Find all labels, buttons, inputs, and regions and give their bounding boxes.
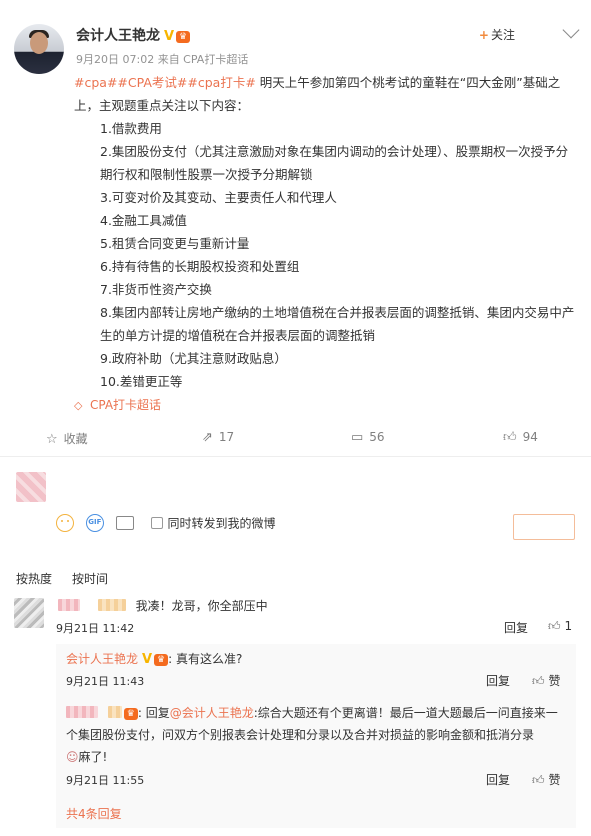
list-item: 3.可变对价及其变动、主要责任人和代理人 [100, 190, 337, 205]
replier-name-redacted [66, 706, 98, 718]
chevron-down-icon[interactable] [562, 21, 580, 39]
reply-like-button[interactable]: 👍︎ 赞 [532, 672, 561, 689]
reply-tail: 麻了! [78, 750, 108, 764]
gif-icon[interactable]: GIF [85, 514, 104, 532]
emoji-icon[interactable] [56, 514, 74, 532]
reply-button[interactable]: 回复 [486, 771, 510, 788]
reply-like-label: 赞 [548, 773, 561, 787]
current-user-avatar [16, 472, 46, 502]
reply-time: 9月21日 11:55 [66, 774, 145, 787]
list-item: 9.政府补助（尤其注意财政贴息） [100, 351, 287, 366]
reply-item: 会计人王艳龙 V ♛: 真有这么准? [66, 648, 242, 671]
plus-icon: + [478, 28, 489, 42]
list-item-text: 2.集团股份支付（尤其注意激励对象在集团内调动的会计处理）、股票期权一次授予分期… [100, 144, 569, 182]
vip-crown-icon: ♛ [154, 654, 169, 666]
list-item: 10.差错更正等 [100, 374, 183, 389]
post-content: #cpa##CPA考试##cpa打卡# 明天上午参加第四个桃考试的童鞋在“四大金… [74, 71, 579, 417]
list-item: 6.持有待售的长期股权投资和处置组 [100, 259, 300, 274]
comment-submit-button[interactable] [513, 514, 575, 540]
repost-button[interactable]: ⇗ 17 [202, 430, 234, 445]
repost-checkbox[interactable] [151, 517, 164, 529]
supertopic-icon: ◇ [74, 399, 83, 412]
comment-composer: GIF 同时转发到我的微博 [0, 458, 591, 554]
comment-sort: 按热度 按时间 [16, 570, 128, 587]
list-item-text: 8.集团内部转让房地产缴纳的土地增值税在合并报表层面的调整抵销、集团内交易中产生… [100, 305, 575, 343]
like-button[interactable]: 👍︎ 94 [503, 430, 538, 445]
replier-badge-redacted [107, 706, 122, 718]
sort-by-time[interactable]: 按时间 [72, 572, 108, 586]
reply-button[interactable]: 回复 [486, 672, 510, 689]
verified-v-icon: V [142, 652, 153, 667]
like-count: 94 [522, 430, 538, 444]
comment-count: 56 [369, 430, 385, 444]
more-replies-link[interactable]: 共4条回复 [66, 805, 122, 822]
thumbs-up-icon: 👍︎ [503, 430, 517, 445]
favorite-button[interactable]: ☆ 收藏 [46, 430, 88, 447]
reply-text: 真有这么准? [175, 652, 243, 666]
reply-prefix: 回复 [145, 706, 170, 720]
follow-label: 关注 [490, 28, 515, 42]
list-item: 8.集团内部转让房地产缴纳的土地增值税在合并报表层面的调整抵销、集团内交易中产生… [74, 301, 579, 347]
reply-like-label: 赞 [548, 674, 561, 688]
topic-list: 1.借款费用 2.集团股份支付（尤其注意激励对象在集团内调动的会计处理）、股票期… [74, 117, 579, 393]
list-item: 4.金融工具减值 [100, 213, 187, 228]
comment-like-button[interactable]: 👍︎ 1 [548, 619, 572, 634]
comment-body: 我凑！龙哥，你全部压中 [58, 596, 268, 616]
comment-icon: ▭ [351, 430, 364, 445]
weibo-post-page: 会计人王艳龙 V ♛ 9月20日 07:02 来自 CPA打卡超话 + 关注 #cpa… [0, 0, 591, 836]
reply-button[interactable]: 回复 [504, 619, 528, 636]
author-avatar[interactable] [14, 24, 64, 74]
comment-text: 我凑！龙哥，你全部压中 [135, 599, 268, 613]
avatar-face [30, 32, 48, 54]
repost-icon: ⇗ [202, 430, 213, 445]
reply-colon: : [137, 706, 146, 720]
comment-input[interactable] [56, 470, 576, 504]
thumbs-up-icon: 👍︎ [548, 619, 561, 633]
supertopic-label: CPA打卡超话 [90, 398, 162, 412]
list-item: 7.非货币性资产交换 [100, 282, 212, 297]
emoji-icon: ☺ [66, 750, 79, 764]
comment-button[interactable]: ▭ 56 [351, 430, 385, 445]
composer-tools: GIF 同时转发到我的微博 [56, 514, 276, 534]
supertopic-link[interactable]: ◇ CPA打卡超话 [74, 394, 579, 417]
sort-by-hot[interactable]: 按热度 [16, 572, 52, 586]
list-item: 2.集团股份支付（尤其注意激励对象在集团内调动的会计处理）、股票期权一次授予分期… [74, 140, 579, 186]
star-icon: ☆ [46, 432, 58, 447]
author-name[interactable]: 会计人王艳龙 [76, 28, 160, 44]
verified-v-icon: V [164, 29, 175, 44]
list-item: 1.借款费用 [100, 121, 162, 136]
favorite-label: 收藏 [63, 432, 88, 446]
author-name-row: 会计人王艳龙 V ♛ [76, 25, 191, 45]
reply-colon: : [168, 652, 176, 666]
thumbs-up-icon: 👍︎ [532, 674, 545, 688]
comment-time: 9月21日 11:42 [56, 622, 135, 635]
thumbs-up-icon: 👍︎ [532, 773, 545, 787]
reply-time: 9月21日 11:43 [66, 675, 145, 688]
commenter-avatar[interactable] [14, 598, 44, 628]
list-item: 5.租赁合同变更与重新计量 [100, 236, 250, 251]
commenter-name-redacted [58, 599, 80, 611]
image-icon[interactable] [115, 516, 134, 530]
post-header: 会计人王艳龙 V ♛ 9月20日 07:02 来自 CPA打卡超话 + 关注 [14, 18, 580, 74]
post-intro: #cpa##CPA考试##cpa打卡# 明天上午参加第四个桃考试的童鞋在“四大金… [74, 71, 579, 117]
vip-crown-icon: ♛ [123, 708, 138, 720]
reply-author[interactable]: 会计人王艳龙 [66, 652, 138, 666]
reply-mention[interactable]: @会计人王艳龙 [170, 706, 254, 720]
post-hashtags[interactable]: #cpa##CPA考试##cpa打卡# [74, 75, 256, 90]
vip-crown-icon: ♛ [176, 31, 191, 43]
repost-checkbox-label: 同时转发到我的微博 [167, 516, 276, 531]
repost-count: 17 [218, 430, 235, 444]
post-actions: ☆ 收藏 ⇗ 17 ▭ 56 👍︎ 94 [0, 424, 591, 452]
commenter-badge-redacted [97, 599, 126, 611]
divider [0, 456, 591, 457]
comment-like-count: 1 [564, 619, 573, 633]
reply-item: ♛: 回复@会计人王艳龙:综合大题还有个更离谱！最后一道大题最后一问直接来一个集… [66, 702, 566, 768]
follow-button[interactable]: + 关注 [479, 26, 515, 43]
post-meta: 9月20日 07:02 来自 CPA打卡超话 [76, 53, 249, 66]
reply-like-button[interactable]: 👍︎ 赞 [532, 771, 561, 788]
